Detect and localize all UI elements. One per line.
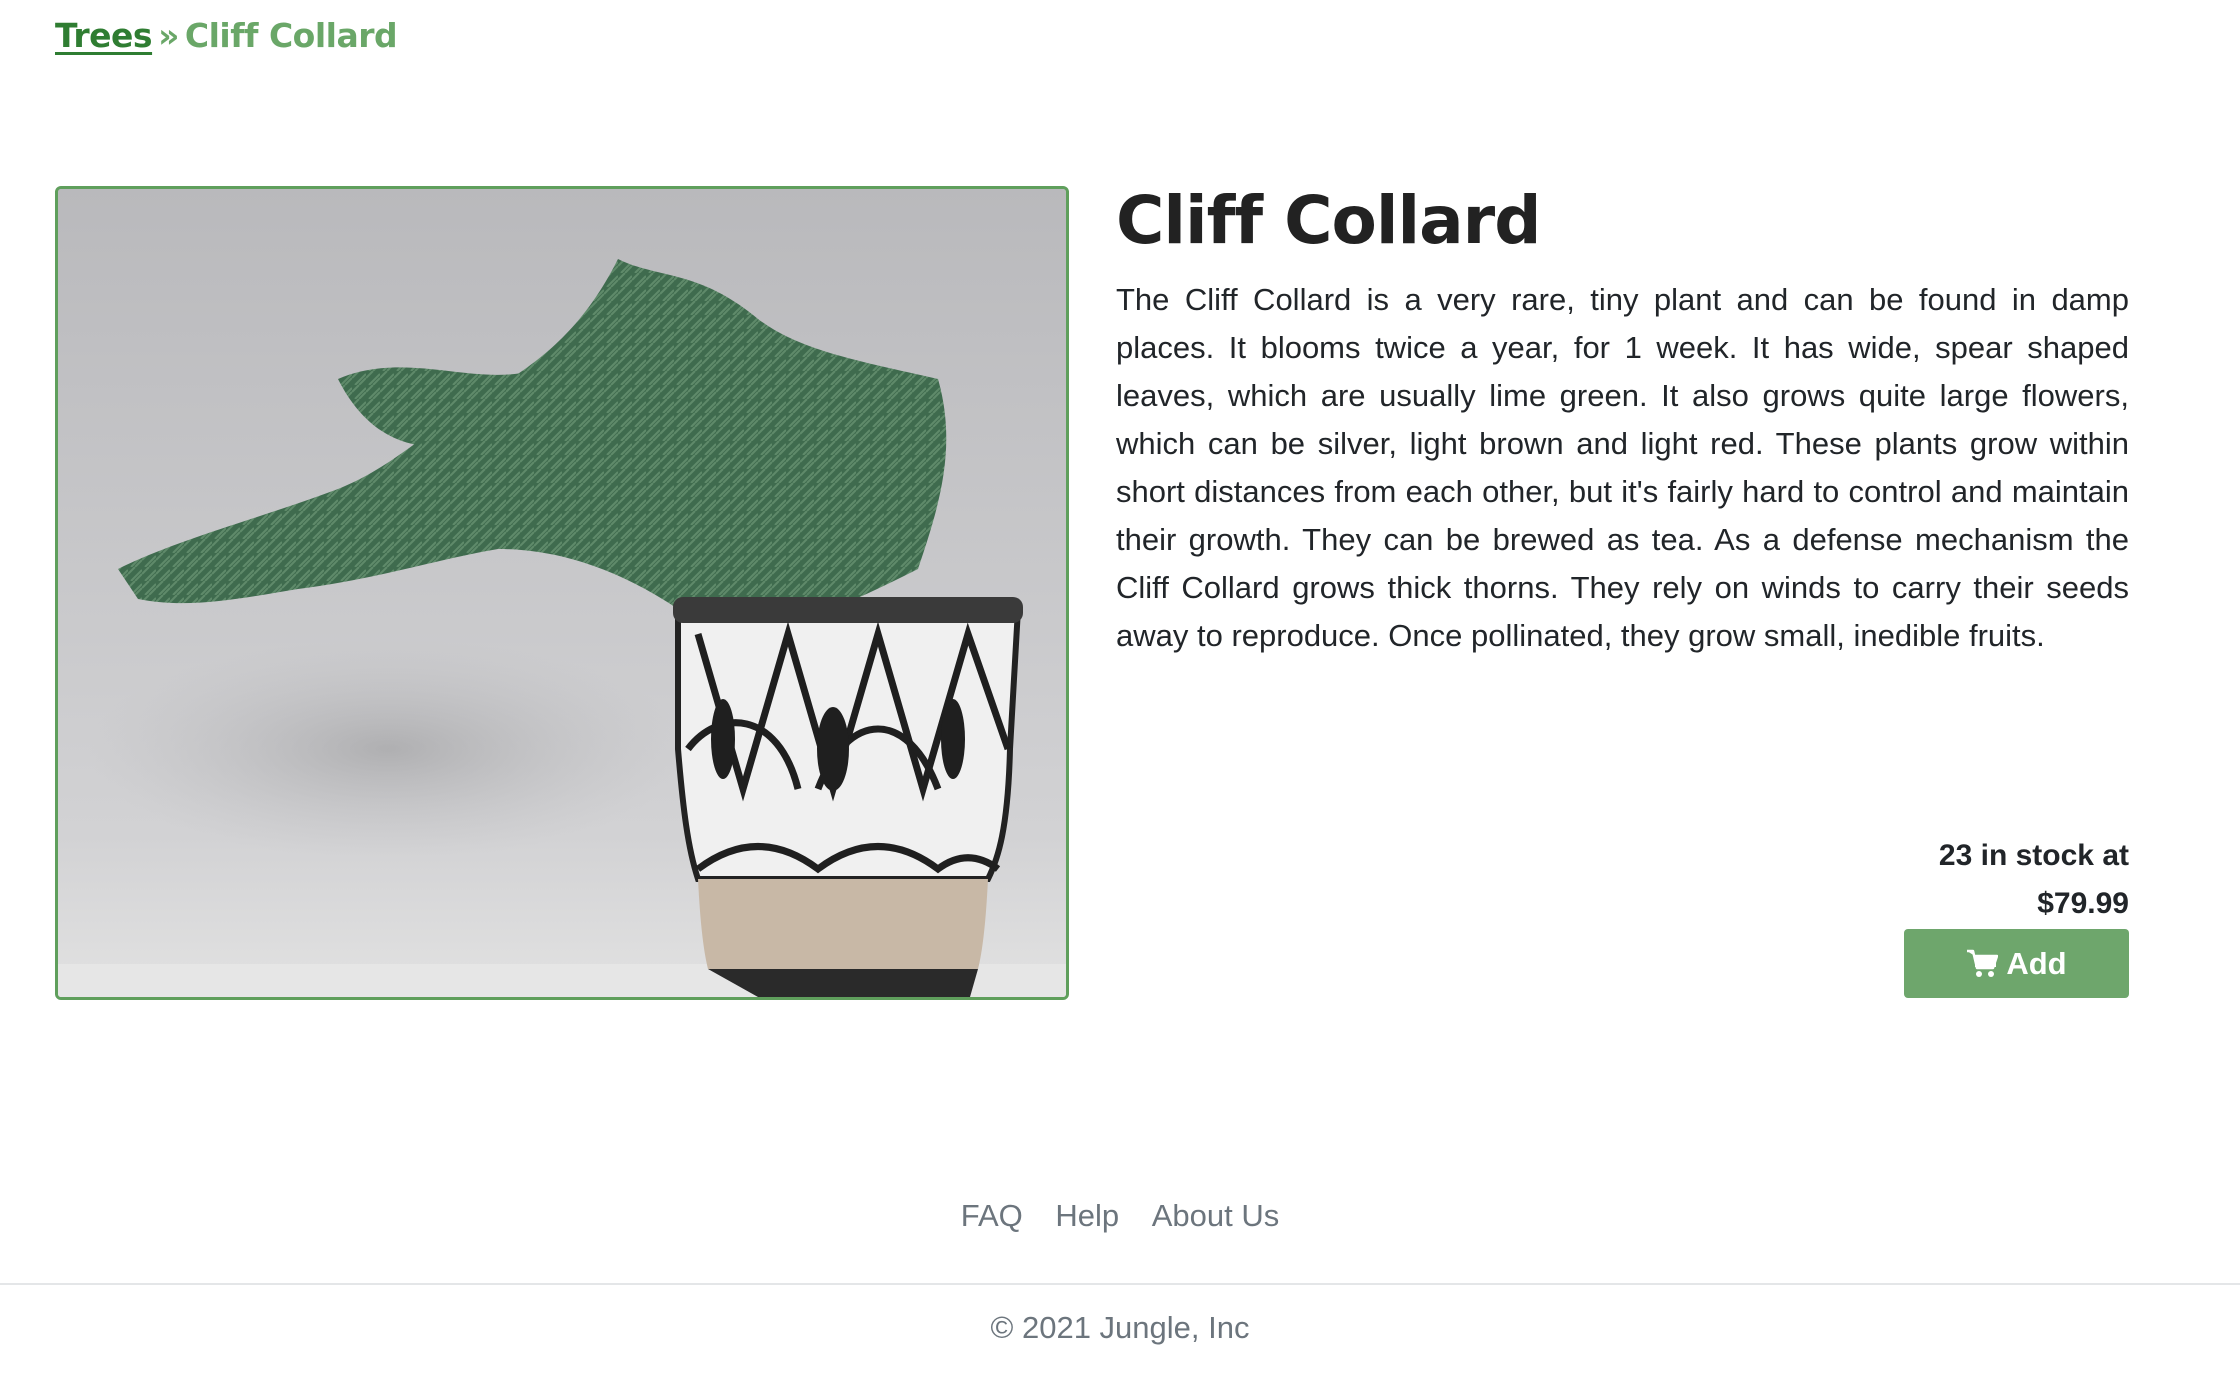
copyright: © 2021 Jungle, Inc <box>990 1310 1250 1345</box>
stock-text: 23 in stock at <box>1938 839 2129 872</box>
shopping-cart-icon <box>1967 949 1999 977</box>
add-to-cart-button[interactable]: Add <box>1904 929 2129 998</box>
footer-divider <box>0 1283 2240 1285</box>
footer-link-about-us[interactable]: About Us <box>1152 1198 1280 1233</box>
footer-link-faq[interactable]: FAQ <box>961 1198 1023 1233</box>
add-button-label: Add <box>2006 945 2067 981</box>
footer-nav: FAQ Help About Us <box>0 1198 2240 1234</box>
product-description: The Cliff Collard is a very rare, tiny p… <box>1116 282 2129 653</box>
breadcrumb-current: Cliff Collard <box>184 16 398 55</box>
footer-link-help[interactable]: Help <box>1055 1198 1119 1233</box>
breadcrumb-separator: » <box>158 16 179 55</box>
price: $79.99 <box>2037 887 2129 920</box>
bonsai-photo <box>58 189 1066 997</box>
product-image <box>55 186 1069 1000</box>
stock-and-price: 23 in stock at $79.99 <box>1729 832 2129 928</box>
product-title: Cliff Collard <box>1116 182 1541 259</box>
breadcrumb-link-trees[interactable]: Trees <box>55 16 153 55</box>
breadcrumb: Trees» Cliff Collard <box>55 16 398 55</box>
